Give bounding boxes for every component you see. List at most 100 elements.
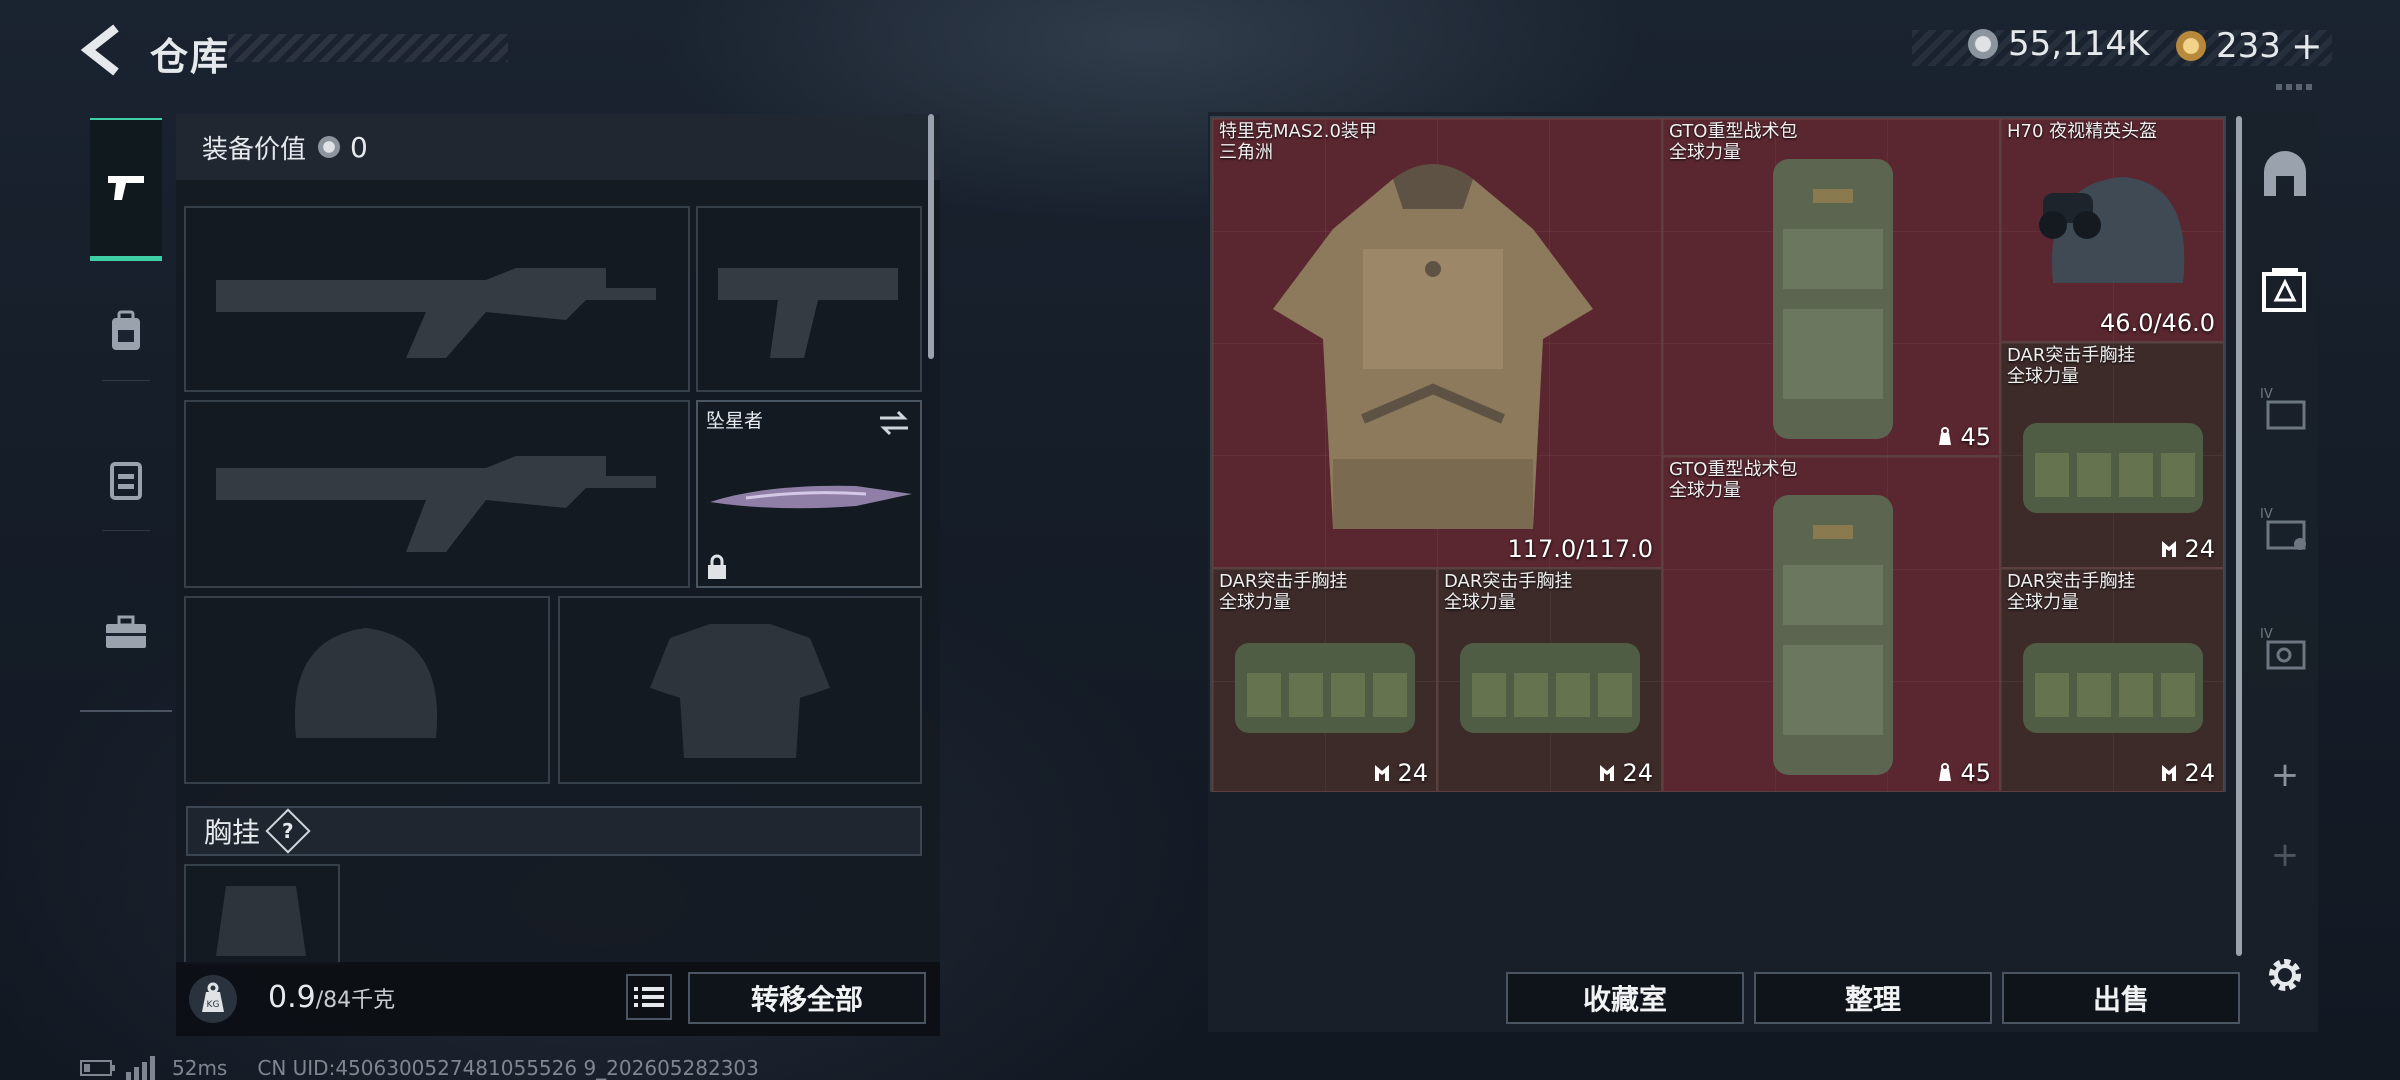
title-decoration xyxy=(228,34,508,62)
coupon-icon xyxy=(2176,31,2206,61)
svg-text:IV: IV xyxy=(2260,507,2273,522)
battery-icon xyxy=(80,1060,115,1076)
item-capacity: 45 xyxy=(1960,423,1991,451)
stash-tab-1[interactable] xyxy=(2250,234,2320,344)
collection-room-button[interactable]: 收藏室 xyxy=(1506,972,1744,1024)
divider xyxy=(2276,84,2316,90)
weight-small-icon xyxy=(1939,763,1952,781)
stash-item-backpack[interactable]: GTO重型战术包 全球力量 45 xyxy=(1662,456,2000,792)
equipment-scrollbar[interactable] xyxy=(928,114,934,359)
stash-page-rail: IV IV IV + + xyxy=(2250,120,2320,991)
chest-rig-icon xyxy=(1460,643,1640,733)
backpack-icon xyxy=(112,310,140,350)
chest-rig-label: 胸挂 xyxy=(204,816,261,849)
armor-silhouette-icon xyxy=(650,624,830,758)
helmet-icon xyxy=(2039,177,2185,283)
coin-balance[interactable]: 55,114K xyxy=(1968,24,2149,64)
armor-vest-icon xyxy=(1273,164,1593,529)
rifle-silhouette-icon xyxy=(216,268,656,358)
sell-button[interactable]: 出售 xyxy=(2002,972,2240,1024)
weight-max: /84千克 xyxy=(315,988,396,1013)
weight-icon: KG xyxy=(189,975,237,1023)
item-origin: 全球力量 xyxy=(1219,592,1291,613)
weight-small-icon xyxy=(1939,427,1952,445)
item-name: DAR突击手胸挂 xyxy=(2007,571,2136,592)
item-name: GTO重型战术包 xyxy=(1669,121,1798,142)
list-view-button[interactable] xyxy=(626,974,672,1020)
page-title: 仓库 xyxy=(150,35,231,79)
rig-small-icon xyxy=(2162,765,2177,781)
status-line: 52ms CN UID:4506300527481055526 9_202605… xyxy=(80,1056,759,1080)
vest-icon xyxy=(110,462,142,500)
swap-icon[interactable] xyxy=(878,408,910,438)
weight-readout: 0.9/84千克 xyxy=(268,980,395,1015)
user-uid: CN UID:4506300527481055526 9_20260528230… xyxy=(257,1056,759,1080)
weight-current: 0.9 xyxy=(268,980,316,1015)
armor-slot[interactable] xyxy=(558,596,922,784)
equipment-value-label: 装备价值 xyxy=(202,134,307,165)
svg-text:IV: IV xyxy=(2260,627,2273,642)
melee-slot[interactable]: 坠星者 xyxy=(696,400,922,588)
locked-tab-icon: IV xyxy=(2260,387,2306,430)
stash-scrollbar[interactable] xyxy=(2236,116,2242,956)
coupon-balance[interactable]: 233 + xyxy=(2176,24,2323,68)
rail-item-vest[interactable] xyxy=(90,412,162,548)
tactical-backpack-icon xyxy=(1773,159,1893,439)
item-durability: 46.0/46.0 xyxy=(2100,309,2215,337)
rig-small-icon xyxy=(1375,765,1390,781)
stash-page-icon xyxy=(2262,268,2306,312)
stash-item-chest-rig[interactable]: DAR突击手胸挂 全球力量 24 xyxy=(1437,568,1662,792)
stash-tab-4[interactable]: IV xyxy=(2250,594,2320,704)
list-icon xyxy=(634,987,664,1007)
stash-item-chest-rig[interactable]: DAR突击手胸挂 全球力量 24 xyxy=(2000,342,2224,568)
equipment-value: 0 xyxy=(350,130,368,164)
stash-item-backpack[interactable]: GTO重型战术包 全球力量 45 xyxy=(1662,118,2000,456)
back-button[interactable] xyxy=(78,22,128,78)
helmet-silhouette-icon xyxy=(294,628,438,738)
item-name: GTO重型战术包 xyxy=(1669,459,1798,480)
melee-name: 坠星者 xyxy=(706,410,764,432)
pistol-icon xyxy=(108,176,144,200)
stash-item-helmet[interactable]: H70 夜视精英头盔 46.0/46.0 xyxy=(2000,118,2224,342)
rig-silhouette-icon xyxy=(216,886,306,956)
stash-item-chest-rig[interactable]: DAR突击手胸挂 全球力量 24 xyxy=(1212,568,1437,792)
locked-tab-icon: IV xyxy=(2260,507,2306,550)
primary-weapon-slot-1[interactable] xyxy=(184,206,690,392)
chest-rig-icon xyxy=(2023,423,2203,513)
item-capacity: 24 xyxy=(2184,759,2215,787)
svg-text:IV: IV xyxy=(2260,387,2273,402)
coin-icon xyxy=(1968,29,1998,59)
help-mark: ? xyxy=(282,818,294,843)
locked-tab-icon: IV xyxy=(2260,627,2306,670)
rail-item-toolbox[interactable] xyxy=(90,564,162,700)
stash-tab-2[interactable]: IV xyxy=(2250,354,2320,464)
chest-rig-slot[interactable] xyxy=(184,864,340,964)
rail-item-weapons[interactable] xyxy=(90,118,162,261)
signal-icon xyxy=(126,1056,155,1080)
item-name: H70 夜视精英头盔 xyxy=(2007,121,2158,142)
rail-item-backpack[interactable] xyxy=(90,264,162,400)
stash-tab-3[interactable]: IV xyxy=(2250,474,2320,584)
coin-icon xyxy=(318,136,341,158)
equipment-value-header: 装备价值 0 xyxy=(176,114,940,180)
help-icon[interactable]: ? xyxy=(265,808,311,854)
coin-amount: 55,114K xyxy=(2008,24,2150,64)
sidearm-slot[interactable] xyxy=(696,206,922,392)
item-name: DAR突击手胸挂 xyxy=(1444,571,1573,592)
add-currency-button[interactable]: + xyxy=(2291,24,2323,68)
settings-button[interactable] xyxy=(2250,920,2320,1030)
category-rail xyxy=(80,110,172,712)
rifle-silhouette-icon xyxy=(216,456,656,552)
helmet-slot[interactable] xyxy=(184,596,550,784)
item-origin: 全球力量 xyxy=(2007,592,2079,613)
stash-tab-home[interactable] xyxy=(2250,120,2320,230)
add-stash-page-button-disabled[interactable]: + xyxy=(2250,800,2320,910)
sort-button[interactable]: 整理 xyxy=(1754,972,1992,1024)
stash-item-armor[interactable]: 特里克MAS2.0装甲 三角洲 117.0/117.0 xyxy=(1212,118,1662,568)
transfer-all-button[interactable]: 转移全部 xyxy=(688,972,926,1024)
stash-item-chest-rig[interactable]: DAR突击手胸挂 全球力量 24 xyxy=(2000,568,2224,792)
knife-icon xyxy=(710,485,912,509)
chest-rig-icon xyxy=(2023,643,2203,733)
gear-icon xyxy=(2269,959,2301,991)
primary-weapon-slot-2[interactable] xyxy=(184,400,690,588)
